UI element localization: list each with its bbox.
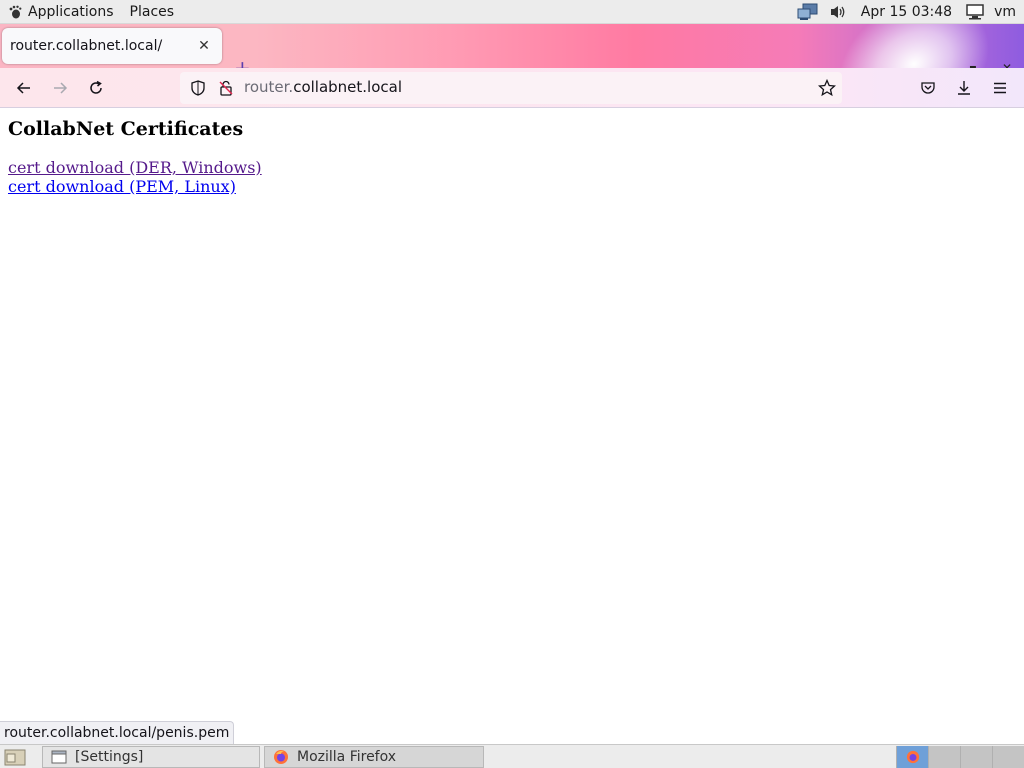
url-domain: collabnet.local bbox=[293, 78, 403, 96]
url-bar[interactable]: router.collabnet.local bbox=[180, 72, 842, 104]
download-icon bbox=[958, 81, 970, 95]
workspace-2[interactable] bbox=[928, 746, 960, 768]
computer-icon bbox=[966, 3, 984, 19]
tab-active[interactable]: router.collabnet.local/ ✕ bbox=[2, 28, 222, 64]
reload-button[interactable] bbox=[84, 76, 108, 100]
nav-toolbar: router.collabnet.local bbox=[0, 68, 1024, 108]
tab-title: router.collabnet.local/ bbox=[10, 38, 163, 54]
gnome-foot-icon bbox=[9, 5, 22, 18]
top-panel: Applications Places Apr 15 03:48 vm bbox=[0, 0, 1024, 24]
firefox-icon bbox=[906, 750, 919, 764]
insecure-lock-icon[interactable] bbox=[218, 80, 234, 96]
cert-links: cert download (DER, Windows) cert downlo… bbox=[8, 158, 262, 196]
workspace-1[interactable] bbox=[896, 746, 928, 768]
back-arrow-icon bbox=[16, 82, 30, 94]
applications-label: Applications bbox=[28, 3, 114, 20]
taskbar: [Settings] Mozilla Firefox bbox=[0, 744, 1024, 768]
window-icon bbox=[51, 750, 67, 764]
show-desktop-button[interactable] bbox=[0, 746, 30, 768]
url-subdomain: router. bbox=[244, 78, 294, 96]
link-status-tooltip: router.collabnet.local/penis.pem bbox=[0, 721, 235, 744]
volume-icon[interactable] bbox=[829, 4, 847, 20]
workspace-3[interactable] bbox=[960, 746, 992, 768]
forward-button[interactable] bbox=[48, 76, 72, 100]
pocket-icon bbox=[921, 82, 935, 94]
taskbar-item-label: [Settings] bbox=[75, 749, 144, 765]
app-menu-button[interactable] bbox=[988, 76, 1012, 100]
desktop-icon bbox=[4, 749, 26, 765]
pem-cert-link[interactable]: cert download (PEM, Linux) bbox=[8, 177, 262, 196]
back-button[interactable] bbox=[12, 76, 36, 100]
taskbar-item-label: Mozilla Firefox bbox=[297, 749, 397, 765]
network-icon[interactable] bbox=[797, 3, 819, 21]
new-tab-button[interactable]: + bbox=[234, 58, 251, 68]
close-window-icon[interactable]: ✕ bbox=[990, 56, 1024, 68]
maximize-icon[interactable]: ▪ bbox=[956, 56, 990, 68]
url-text[interactable]: router.collabnet.local bbox=[244, 78, 402, 96]
downloads-button[interactable] bbox=[952, 76, 976, 100]
hamburger-menu-icon bbox=[994, 82, 1006, 94]
reload-icon bbox=[90, 80, 102, 94]
forward-arrow-icon bbox=[54, 82, 68, 94]
der-cert-link[interactable]: cert download (DER, Windows) bbox=[8, 158, 262, 177]
places-menu[interactable]: Places bbox=[122, 4, 183, 20]
bookmark-star-icon[interactable] bbox=[818, 79, 836, 97]
tab-close-icon[interactable]: ✕ bbox=[194, 38, 214, 54]
tab-strip: router.collabnet.local/ ✕ + ▁ ▪ ✕ bbox=[0, 24, 1024, 68]
clock[interactable]: Apr 15 03:48 bbox=[861, 4, 952, 20]
workspace-switcher bbox=[896, 746, 1024, 768]
workspace-4[interactable] bbox=[992, 746, 1024, 768]
taskbar-item-firefox[interactable]: Mozilla Firefox bbox=[264, 746, 484, 768]
page-content: CollabNet Certificates cert download (DE… bbox=[0, 109, 1024, 744]
user-menu[interactable]: vm bbox=[994, 4, 1016, 20]
taskbar-item-settings[interactable]: [Settings] bbox=[42, 746, 260, 768]
page-title: CollabNet Certificates bbox=[8, 118, 244, 140]
pocket-button[interactable] bbox=[916, 76, 940, 100]
firefox-icon bbox=[274, 750, 288, 764]
window-controls: ▁ ▪ ✕ bbox=[922, 56, 1024, 68]
applications-menu[interactable]: Applications bbox=[0, 0, 122, 24]
minimize-icon[interactable]: ▁ bbox=[922, 56, 956, 68]
tracking-shield-icon[interactable] bbox=[190, 80, 206, 96]
